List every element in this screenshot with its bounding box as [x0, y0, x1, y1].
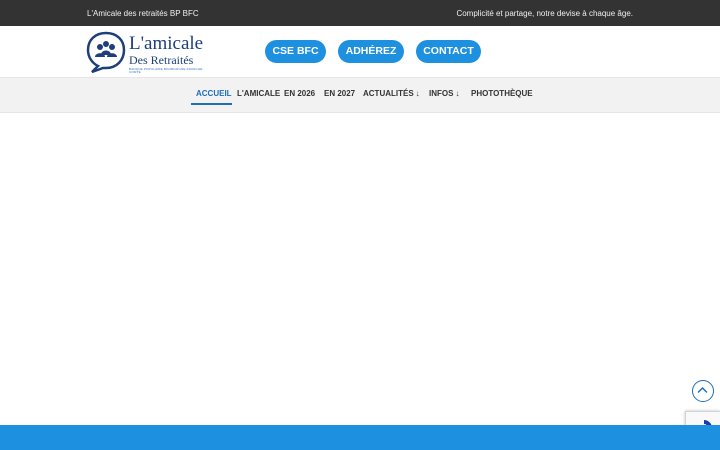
main-navigation: ACCUEIL L'AMICALE EN 2026 EN 2027 ACTUAL…: [0, 77, 720, 113]
nav-item-en-2026[interactable]: EN 2026: [284, 89, 315, 98]
main-content: [0, 113, 720, 425]
arrow-down-icon: ↓: [415, 89, 420, 98]
logo-speech-bubble-icon: [86, 31, 126, 74]
header: L'amicale Des Retraités BANQUE POPULAIRE…: [0, 26, 720, 77]
top-bar: L'Amicale des retraités BP BFC Complicit…: [0, 0, 720, 26]
nav-item-infos[interactable]: INFOS ↓: [429, 89, 459, 98]
nav-item-en-2027[interactable]: EN 2027: [324, 89, 355, 98]
scroll-to-top-button[interactable]: [692, 380, 714, 402]
adherez-button[interactable]: ADHÉREZ: [338, 40, 404, 63]
contact-button[interactable]: CONTACT: [416, 40, 481, 63]
bottom-banner: [0, 425, 720, 450]
topbar-site-name: L'Amicale des retraités BP BFC: [87, 9, 199, 18]
chevron-up-icon: [697, 386, 708, 393]
site-logo[interactable]: L'amicale Des Retraités BANQUE POPULAIRE…: [86, 30, 211, 74]
logo-wordmark: L'amicale Des Retraités BANQUE POPULAIRE…: [129, 34, 211, 74]
logo-line1: L'amicale: [129, 33, 204, 54]
nav-item-phototheque[interactable]: PHOTOTHÈQUE: [471, 89, 533, 98]
nav-item-lamicale[interactable]: L'AMICALE: [237, 89, 280, 98]
nav-item-accueil[interactable]: ACCUEIL: [196, 89, 232, 98]
topbar-motto: Complicité et partage, notre devise à ch…: [456, 9, 633, 18]
nav-item-infos-label: INFOS: [429, 89, 454, 98]
nav-item-actualites-label: ACTUALITÉS: [363, 89, 414, 98]
cse-bfc-button[interactable]: CSE BFC: [265, 40, 326, 63]
logo-tagline: BANQUE POPULAIRE BOURGOGNE FRANCHE-COMTÉ: [129, 67, 204, 74]
nav-active-indicator: [191, 103, 232, 105]
nav-item-actualites[interactable]: ACTUALITÉS ↓: [363, 89, 420, 98]
logo-line2: Des Retraités: [129, 53, 194, 67]
arrow-down-icon: ↓: [455, 89, 460, 98]
